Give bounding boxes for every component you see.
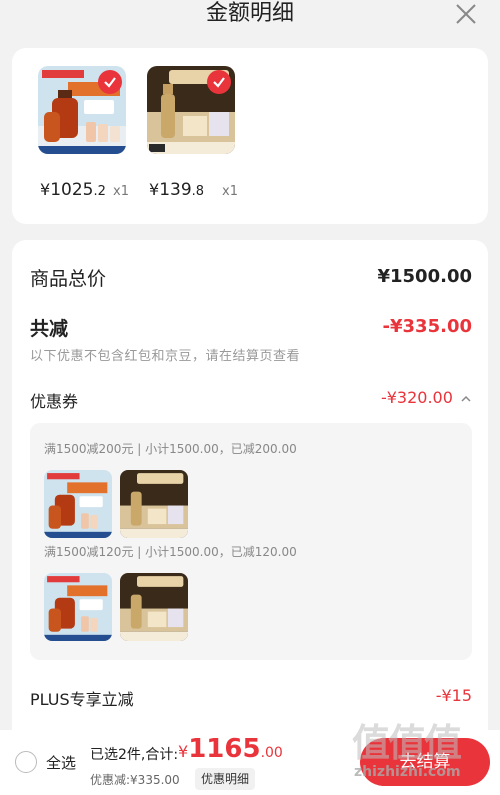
saved-amount: 优惠减:¥335.00 [90, 773, 180, 787]
product-card: ¥1025.2 x1 ¥139.8 x1 [12, 48, 488, 224]
coupon-row[interactable]: 优惠券 -¥320.00 [30, 388, 472, 412]
product-price: ¥139.8 [149, 180, 205, 200]
selected-count: 已选2件,合计: [90, 747, 179, 763]
check-icon [207, 70, 231, 94]
check-icon [98, 70, 122, 94]
product-quantity: x1 [222, 184, 238, 199]
plus-discount-row: PLUS专享立减 -¥15 [30, 686, 472, 710]
select-all-label[interactable]: 全选 [46, 752, 76, 773]
coupon-detail-panel: 满1500减200元 | 小计1500.00，已减200.00 满1500减12… [30, 423, 472, 660]
discount-detail-button[interactable]: 优惠明细 [195, 768, 256, 790]
total-value: ¥1500.00 [377, 266, 472, 287]
coupon-product-image [120, 470, 188, 538]
reduction-value: -¥335.00 [382, 316, 472, 337]
reduction-label: 共减 [30, 318, 69, 340]
site-watermark: 值值值 zhizhizhi.com [348, 712, 488, 792]
close-icon[interactable] [454, 2, 478, 26]
product-image [147, 66, 235, 154]
coupon-product-image [120, 573, 188, 641]
total-row: 商品总价 ¥1500.00 [30, 264, 472, 292]
product-item[interactable] [147, 66, 239, 154]
total-label: 商品总价 [30, 268, 107, 290]
coupon-group-label: 满1500减200元 | 小计1500.00，已减200.00 [44, 442, 297, 456]
product-quantity: x1 [113, 184, 129, 199]
coupon-group-label: 满1500减120元 | 小计1500.00，已减120.00 [44, 545, 297, 559]
coupon-value: -¥320.00 [381, 388, 472, 407]
amount-summary-card: 商品总价 ¥1500.00 共减 -¥335.00 以下优惠不包含红包和京豆，请… [12, 240, 488, 730]
modal-title: 金额明细 [205, 1, 294, 26]
modal-header: 金额明细 [0, 0, 500, 36]
reduction-row: 共减 -¥335.00 [30, 314, 472, 342]
coupon-product-image [44, 470, 112, 538]
watermark-url: zhizhizhi.com [354, 764, 461, 780]
product-image [38, 66, 126, 154]
watermark-logo: 值值值 [352, 721, 462, 765]
radio-icon[interactable] [15, 751, 37, 773]
discount-note: 以下优惠不包含红包和京豆，请在结算页查看 [30, 349, 301, 364]
plus-discount-label: PLUS专享立减 [30, 690, 134, 709]
coupon-product-image [44, 573, 112, 641]
checkout-total: ¥1165.00 [178, 734, 283, 764]
chevron-up-icon [461, 395, 471, 402]
plus-discount-value: -¥15 [435, 686, 472, 705]
product-item[interactable] [38, 66, 130, 154]
coupon-label: 优惠券 [30, 392, 79, 411]
product-price: ¥1025.2 [40, 180, 106, 200]
